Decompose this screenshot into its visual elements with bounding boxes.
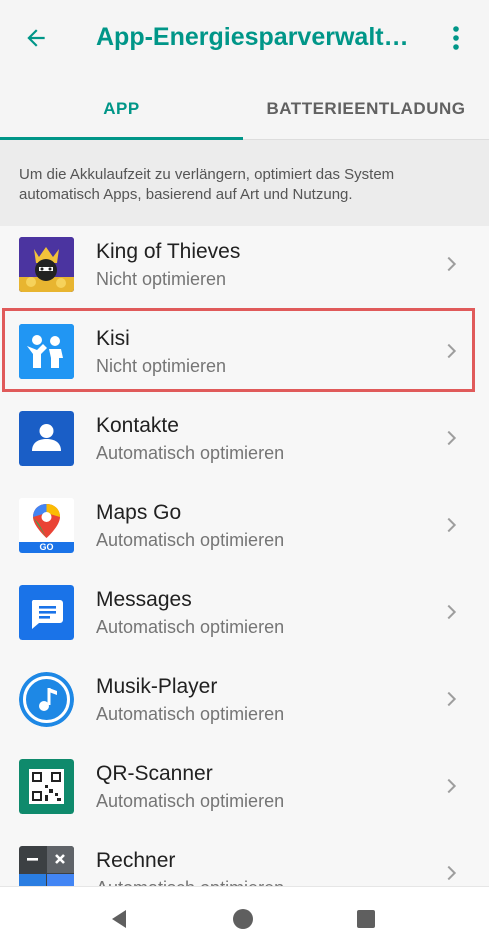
app-name: Kontakte (96, 414, 179, 437)
tab-app[interactable]: APP (0, 78, 243, 140)
chevron-right-icon (447, 430, 457, 446)
nav-recents-icon (357, 910, 375, 928)
app-bar: App-Energiesparverwalt… (0, 0, 489, 78)
maps-go-badge: GO (39, 542, 54, 552)
chevron-right-icon (447, 865, 457, 881)
app-status: Automatisch optimieren (96, 617, 285, 637)
app-status: Nicht optimieren (96, 269, 227, 289)
messages-icon (19, 585, 74, 640)
music-player-icon (19, 672, 74, 727)
description-text: Um die Akkulaufzeit zu verlängern, optim… (19, 166, 395, 203)
qr-scanner-icon (19, 759, 74, 814)
app-name: Musik-Player (96, 675, 218, 698)
nav-home-icon (233, 909, 253, 929)
app-status: Automatisch optimieren (96, 443, 285, 463)
tab-battery-drain[interactable]: BATTERIEENTLADUNG (243, 78, 489, 140)
app-name: King of Thieves (96, 240, 241, 263)
app-name: Messages (96, 588, 192, 611)
arrow-back-icon (27, 29, 45, 47)
list-item[interactable]: King of Thieves Nicht optimieren (0, 226, 489, 313)
list-item[interactable]: Messages Automatisch optimieren (0, 574, 489, 661)
king-of-thieves-icon (19, 237, 74, 292)
page-title: App-Energiesparverwalt… (96, 23, 409, 51)
list-item[interactable]: Rechner Automatisch optimieren (0, 835, 489, 886)
system-nav-bar (0, 886, 489, 952)
app-name: Rechner (96, 849, 176, 872)
nav-home-button[interactable] (228, 904, 258, 934)
calculator-icon (19, 846, 74, 886)
chevron-right-icon (447, 778, 457, 794)
list-item[interactable]: GO Maps Go Automatisch optimieren (0, 487, 489, 574)
more-options-button[interactable] (440, 20, 472, 56)
contacts-icon (19, 411, 74, 466)
tab-bar: APP BATTERIEENTLADUNG (0, 78, 489, 140)
description-banner: Um die Akkulaufzeit zu verlängern, optim… (0, 140, 489, 226)
app-status: Automatisch optimieren (96, 878, 284, 886)
chevron-right-icon (447, 604, 457, 620)
app-status: Automatisch optimieren (96, 530, 285, 550)
app-status: Automatisch optimieren (96, 704, 285, 724)
app-status: Automatisch optimieren (96, 791, 285, 811)
nav-back-button[interactable] (104, 904, 134, 934)
selection-highlight (2, 308, 475, 392)
list-item[interactable]: QR-Scanner Automatisch optimieren (0, 748, 489, 835)
app-name: QR-Scanner (96, 762, 213, 785)
list-item[interactable]: Musik-Player Automatisch optimieren (0, 661, 489, 748)
list-item[interactable]: Kontakte Automatisch optimieren (0, 400, 489, 487)
app-name: Maps Go (96, 501, 182, 524)
chevron-right-icon (447, 256, 457, 272)
nav-recents-button[interactable] (351, 904, 381, 934)
chevron-right-icon (447, 517, 457, 533)
more-vert-icon (453, 26, 459, 50)
nav-back-icon (112, 910, 126, 928)
back-button[interactable] (16, 20, 56, 56)
maps-go-icon: GO (19, 498, 74, 553)
chevron-right-icon (447, 691, 457, 707)
